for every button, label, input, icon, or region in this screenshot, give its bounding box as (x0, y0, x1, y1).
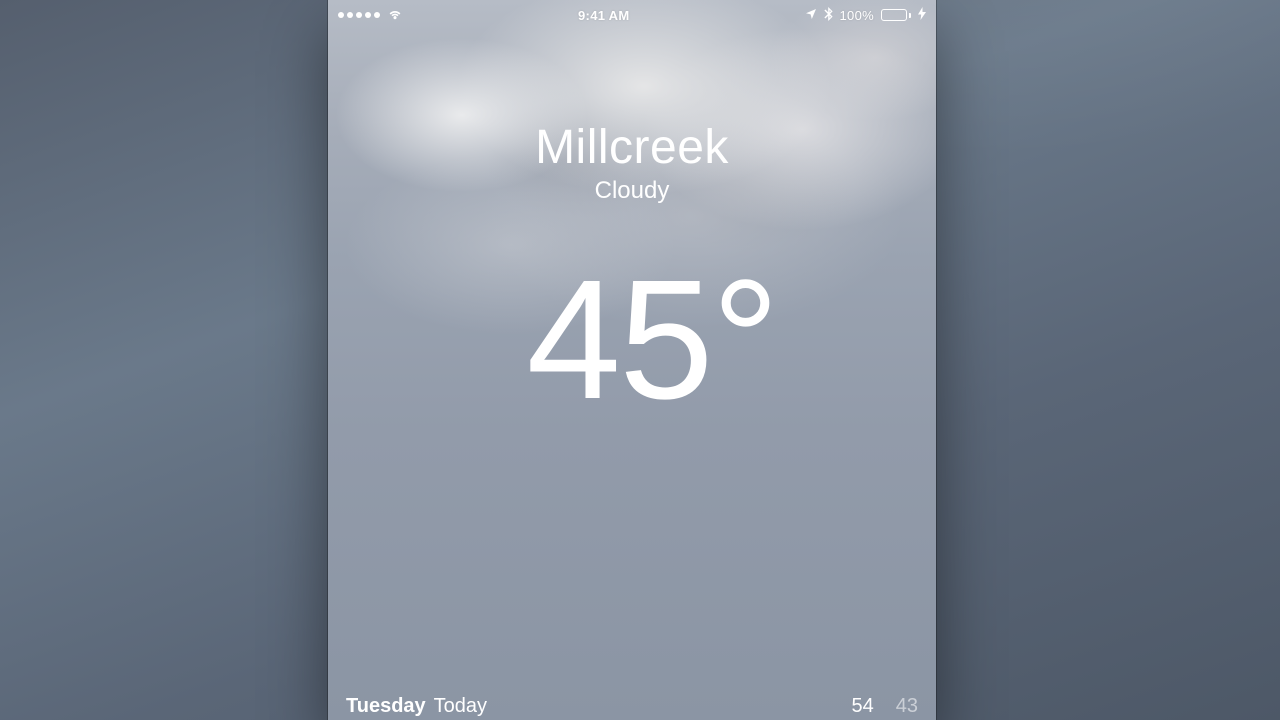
bluetooth-icon (824, 7, 833, 24)
status-left (338, 8, 403, 23)
today-low: 43 (896, 695, 918, 718)
current-temperature: 45° (328, 255, 936, 425)
today-day: Tuesday (346, 695, 426, 718)
weather-hero: Millcreek Cloudy 45° (328, 28, 936, 425)
today-forecast-row: Tuesday Today 54 43 (328, 685, 936, 720)
today-label: Today (434, 695, 487, 718)
battery-percent: 100% (840, 8, 874, 23)
status-time: 9:41 AM (578, 8, 629, 23)
battery-icon (881, 9, 911, 21)
charging-icon (918, 7, 926, 23)
status-right: 100% (805, 7, 926, 24)
today-high: 54 (852, 695, 874, 718)
weather-condition: Cloudy (328, 177, 936, 205)
weather-app-window: 9:41 AM 100% (328, 0, 936, 720)
desktop-background: 9:41 AM 100% (0, 0, 1280, 720)
signal-strength-icon (338, 12, 380, 18)
city-name: Millcreek (328, 120, 936, 175)
location-services-icon (805, 8, 817, 23)
status-bar: 9:41 AM 100% (328, 0, 936, 28)
wifi-icon (387, 8, 403, 23)
